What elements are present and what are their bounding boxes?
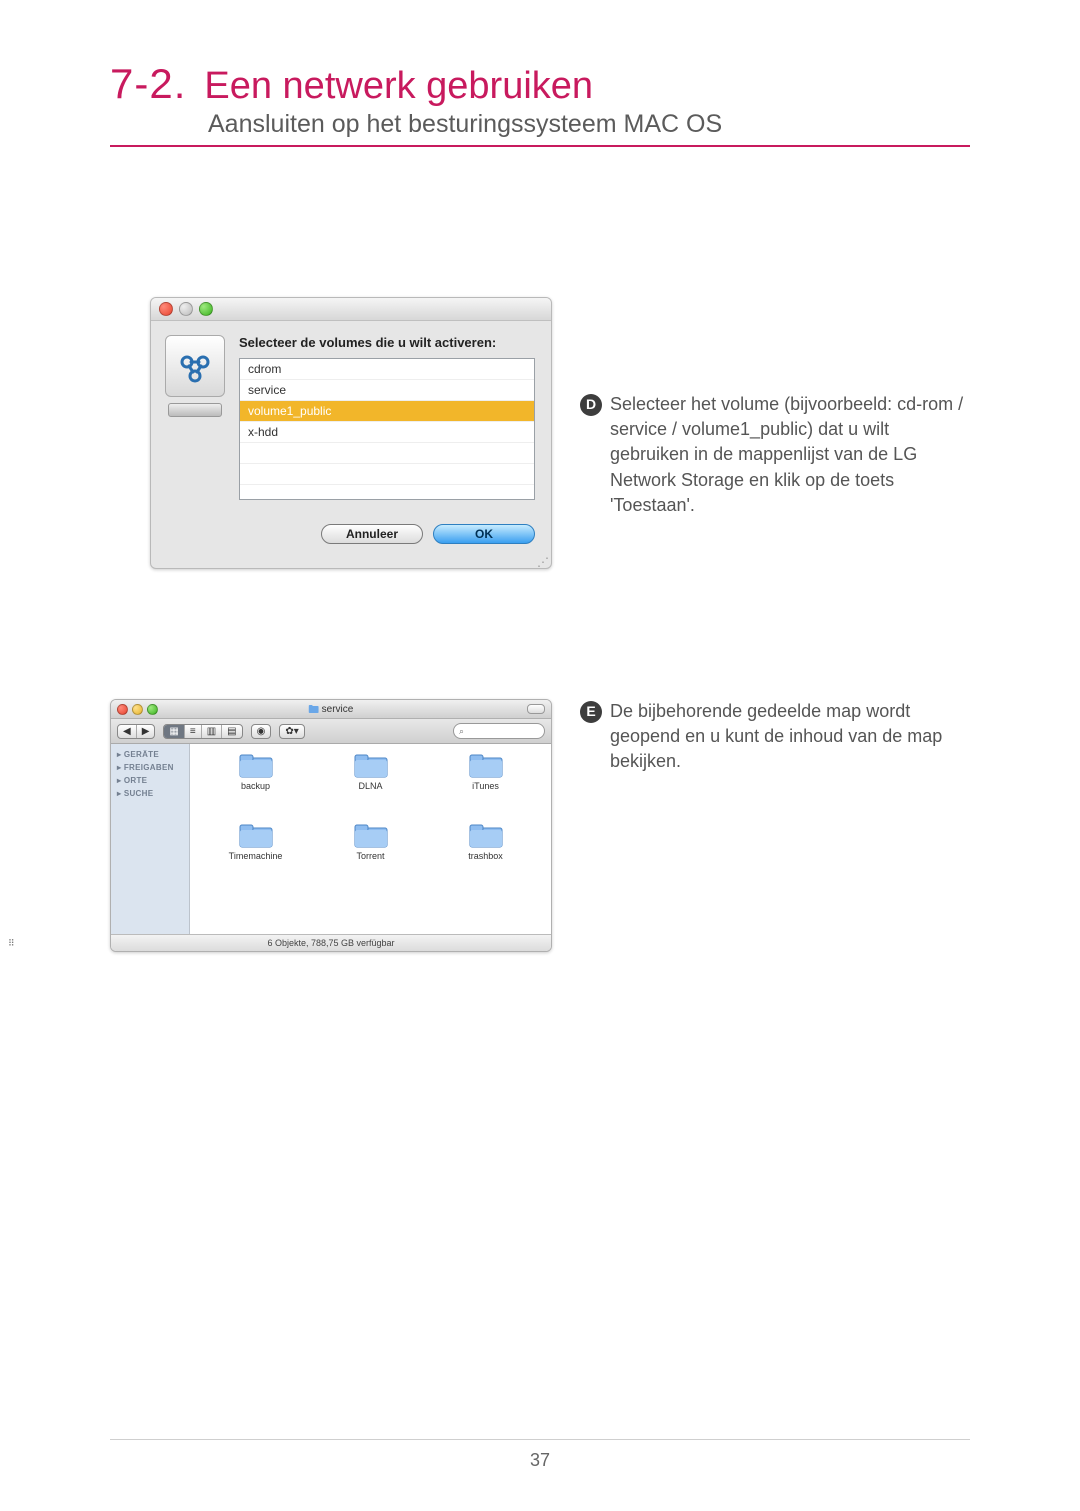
- sidebar-heading[interactable]: ▸ ORTE: [111, 774, 189, 787]
- list-item-selected[interactable]: volume1_public: [240, 401, 534, 422]
- sidebar-heading[interactable]: ▸ SUCHE: [111, 787, 189, 800]
- network-drive-icon: [165, 335, 225, 500]
- list-item[interactable]: [240, 485, 534, 500]
- folder-label: backup: [241, 781, 270, 791]
- volume-select-dialog: Selecteer de volumes die u wilt activere…: [150, 297, 552, 569]
- folder-item[interactable]: DLNA: [313, 752, 428, 822]
- column-view-icon[interactable]: ▥: [202, 725, 222, 738]
- folder-icon: [469, 752, 503, 778]
- page-number: 37: [110, 1439, 970, 1471]
- gear-icon: ✿▾: [280, 725, 303, 738]
- folder-icon: [354, 752, 388, 778]
- volume-list[interactable]: cdrom service volume1_public x-hdd: [239, 358, 535, 500]
- folder-item[interactable]: trashbox: [428, 822, 543, 892]
- eye-icon: ◉: [252, 725, 271, 738]
- search-icon: ⌕: [459, 726, 464, 737]
- list-view-icon[interactable]: ≡: [185, 725, 202, 738]
- folder-item[interactable]: Timemachine: [198, 822, 313, 892]
- back-icon[interactable]: ◀: [118, 725, 137, 738]
- list-item[interactable]: x-hdd: [240, 422, 534, 443]
- folder-item[interactable]: Torrent: [313, 822, 428, 892]
- folder-label: Torrent: [356, 851, 384, 861]
- forward-icon[interactable]: ▶: [137, 725, 155, 738]
- folder-label: Timemachine: [229, 851, 283, 861]
- cancel-button[interactable]: Annuleer: [321, 524, 423, 544]
- zoom-icon[interactable]: [147, 704, 158, 715]
- folder-icon: [354, 822, 388, 848]
- minimize-icon[interactable]: [179, 302, 193, 316]
- finder-title: service: [309, 704, 354, 715]
- folder-label: DLNA: [358, 781, 382, 791]
- chapter-number: 7-2.: [110, 60, 186, 108]
- list-item[interactable]: service: [240, 380, 534, 401]
- chapter-subtitle: Aansluiten op het besturingssysteem MAC …: [208, 110, 970, 139]
- close-icon[interactable]: [117, 704, 128, 715]
- minimize-icon[interactable]: [132, 704, 143, 715]
- quicklook-button[interactable]: ◉: [251, 724, 272, 739]
- folder-item[interactable]: iTunes: [428, 752, 543, 822]
- finder-window: service ◀ ▶ ▦ ≡ ▥ ▤ ◉ ✿▾: [110, 699, 552, 952]
- finder-statusbar: ⠿ 6 Objekte, 788,75 GB verfügbar: [111, 934, 551, 951]
- chapter-title: Een netwerk gebruiken: [204, 65, 593, 108]
- search-input[interactable]: ⌕: [453, 723, 545, 739]
- step-badge-e: E: [580, 701, 602, 723]
- window-titlebar: [151, 298, 551, 321]
- icon-view-icon[interactable]: ▦: [164, 725, 184, 738]
- nav-back-forward[interactable]: ◀ ▶: [117, 724, 155, 739]
- ok-button[interactable]: OK: [433, 524, 535, 544]
- list-item[interactable]: [240, 443, 534, 464]
- status-text: 6 Objekte, 788,75 GB verfügbar: [267, 938, 394, 948]
- coverflow-view-icon[interactable]: ▤: [222, 725, 241, 738]
- finder-sidebar: ▸ GERÄTE ▸ FREIGABEN ▸ ORTE ▸ SUCHE: [111, 744, 190, 934]
- finder-titlebar: service: [111, 700, 551, 719]
- page-header: 7-2. Een netwerk gebruiken Aansluiten op…: [110, 60, 970, 147]
- folder-icon: [239, 752, 273, 778]
- folder-icon: [309, 704, 319, 714]
- step-d-text: Selecteer het volume (bijvoorbeeld: cd-r…: [610, 392, 970, 518]
- view-mode-segment[interactable]: ▦ ≡ ▥ ▤: [163, 724, 242, 739]
- list-item[interactable]: [240, 464, 534, 485]
- action-menu-button[interactable]: ✿▾: [279, 724, 304, 739]
- dialog-prompt: Selecteer de volumes die u wilt activere…: [239, 335, 535, 350]
- folder-label: trashbox: [468, 851, 503, 861]
- folder-icon: [239, 822, 273, 848]
- folder-icon: [469, 822, 503, 848]
- sidebar-heading[interactable]: ▸ GERÄTE: [111, 748, 189, 761]
- folder-item[interactable]: backup: [198, 752, 313, 822]
- resize-grip-icon[interactable]: ⋰: [151, 558, 551, 568]
- toolbar-toggle-icon[interactable]: [527, 704, 545, 714]
- finder-content[interactable]: backup DLNA iTunes Timemachine Torrent trashb…: [190, 744, 551, 934]
- list-item[interactable]: cdrom: [240, 359, 534, 380]
- folder-label: iTunes: [472, 781, 499, 791]
- zoom-icon[interactable]: [199, 302, 213, 316]
- finder-toolbar: ◀ ▶ ▦ ≡ ▥ ▤ ◉ ✿▾ ⌕: [111, 719, 551, 744]
- sidebar-heading[interactable]: ▸ FREIGABEN: [111, 761, 189, 774]
- step-e-text: De bijbehorende gedeelde map wordt geope…: [610, 699, 970, 775]
- close-icon[interactable]: [159, 302, 173, 316]
- step-badge-d: D: [580, 394, 602, 416]
